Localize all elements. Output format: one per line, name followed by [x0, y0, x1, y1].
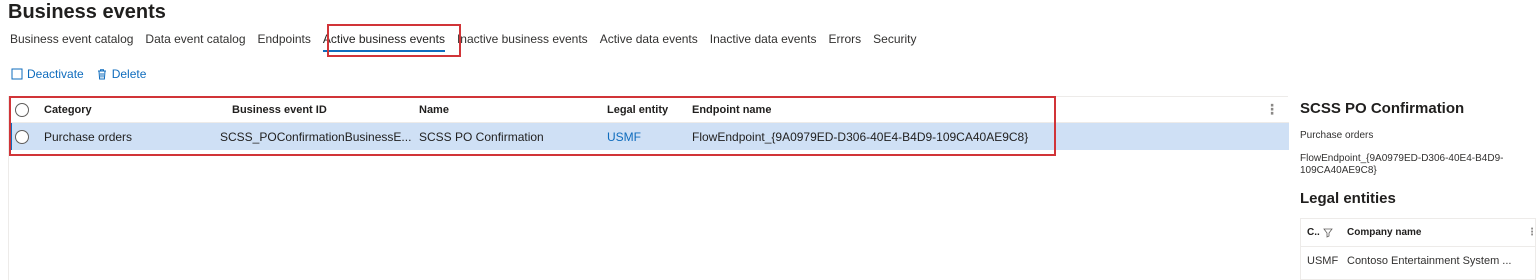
- tab-active-data-events[interactable]: Active data events: [594, 31, 704, 47]
- row-select-radio[interactable]: [15, 129, 29, 144]
- cell-legal-entity-link[interactable]: USMF: [607, 123, 641, 150]
- business-events-grid: Category Business event ID Name Legal en…: [8, 96, 1289, 280]
- grid-header: Category Business event ID Name Legal en…: [9, 97, 1289, 123]
- page-title: Business events: [8, 1, 166, 23]
- legal-entities-header: C.. Company name ⋮: [1301, 219, 1536, 247]
- checkbox-icon: [11, 68, 23, 80]
- tab-inactive-data-events[interactable]: Inactive data events: [704, 31, 823, 47]
- cell-business-event-id: SCSS_POConfirmationBusinessE...: [220, 129, 412, 144]
- tab-bar: Business event catalog Data event catalo…: [10, 31, 923, 52]
- cell-company-code: USMF: [1307, 255, 1339, 267]
- column-header-business-event-id[interactable]: Business event ID: [232, 97, 327, 122]
- details-title: SCSS PO Confirmation: [1300, 100, 1465, 117]
- table-row[interactable]: Purchase orders SCSS_POConfirmationBusin…: [9, 123, 1289, 150]
- column-header-category[interactable]: Category: [44, 97, 92, 122]
- more-options-icon[interactable]: ⋮: [1265, 101, 1279, 118]
- cell-company-name: Contoso Entertainment System ...: [1347, 255, 1512, 267]
- trash-icon: [96, 68, 108, 80]
- details-category: Purchase orders: [1300, 130, 1374, 141]
- delete-button[interactable]: Delete: [96, 67, 147, 81]
- delete-label: Delete: [111, 67, 147, 81]
- tab-inactive-business-events[interactable]: Inactive business events: [451, 31, 594, 47]
- legal-entities-heading: Legal entities: [1300, 190, 1396, 207]
- legal-entities-grid: C.. Company name ⋮ USMF Contoso Entertai…: [1300, 218, 1536, 280]
- column-header-endpoint-name[interactable]: Endpoint name: [692, 97, 771, 122]
- tab-endpoints[interactable]: Endpoints: [252, 31, 317, 47]
- details-pane: SCSS PO Confirmation Purchase orders Flo…: [1290, 96, 1536, 280]
- tab-security[interactable]: Security: [867, 31, 922, 47]
- table-row[interactable]: USMF Contoso Entertainment System ...: [1301, 247, 1535, 275]
- select-all-radio[interactable]: [15, 102, 29, 117]
- filter-icon[interactable]: [1323, 219, 1333, 246]
- details-endpoint: FlowEndpoint_{9A0979ED-D306-40E4-B4D9-10…: [1300, 153, 1504, 176]
- column-header-company[interactable]: C..: [1307, 219, 1320, 246]
- deactivate-button[interactable]: Deactivate: [11, 67, 84, 81]
- action-toolbar: Deactivate Delete: [11, 67, 146, 81]
- cell-name: SCSS PO Confirmation: [419, 129, 544, 144]
- cell-endpoint-name: FlowEndpoint_{9A0979ED-D306-40E4-B4D9-10…: [692, 129, 1029, 144]
- column-header-name[interactable]: Name: [419, 97, 449, 122]
- tab-data-event-catalog[interactable]: Data event catalog: [139, 31, 251, 47]
- column-header-legal-entity[interactable]: Legal entity: [607, 97, 668, 122]
- deactivate-label: Deactivate: [27, 67, 84, 81]
- cell-category: Purchase orders: [44, 129, 133, 144]
- column-header-company-name[interactable]: Company name: [1347, 219, 1421, 246]
- tab-business-event-catalog[interactable]: Business event catalog: [10, 31, 139, 47]
- more-options-icon[interactable]: ⋮: [1527, 219, 1536, 246]
- tab-active-business-events[interactable]: Active business events: [317, 31, 451, 52]
- tab-errors[interactable]: Errors: [822, 31, 867, 47]
